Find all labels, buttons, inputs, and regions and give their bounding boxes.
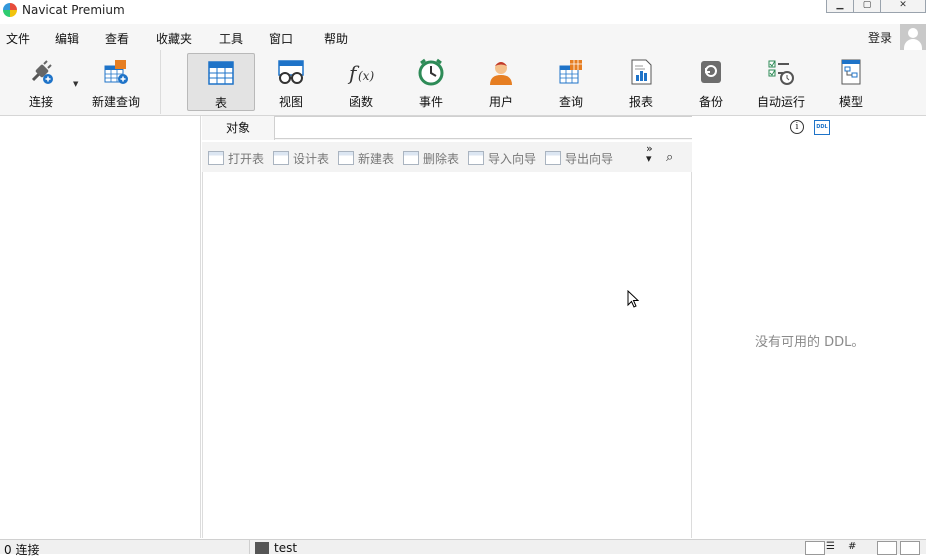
tab-objects[interactable]: 对象 <box>202 116 275 140</box>
open-table-button[interactable]: 打开表 <box>208 150 264 166</box>
event-button[interactable]: 事件 <box>397 53 465 111</box>
backup-icon <box>701 61 721 83</box>
new-query-label: 新建查询 <box>91 95 140 109</box>
user-icon <box>490 62 512 85</box>
query-button[interactable]: 查询 <box>537 53 605 111</box>
model-label: 模型 <box>838 95 863 109</box>
report-label: 报表 <box>628 95 653 109</box>
connection-icon <box>255 542 269 554</box>
navicat-logo-icon <box>3 3 17 17</box>
model-button[interactable]: 模型 <box>817 53 885 111</box>
tab-strip-fill <box>274 116 692 139</box>
object-list-area[interactable] <box>202 172 692 538</box>
clock-icon <box>418 58 444 86</box>
table-label: 表 <box>214 96 227 110</box>
info-icon[interactable]: i <box>790 120 804 134</box>
user-button[interactable]: 用户 <box>467 53 535 111</box>
delete-table-button[interactable]: 删除表 <box>403 150 459 166</box>
new-query-icon <box>104 60 128 84</box>
status-divider <box>249 540 250 554</box>
connect-label: 连接 <box>28 95 53 109</box>
new-query-button[interactable]: 新建查询 <box>82 53 150 111</box>
table-icon <box>208 61 234 85</box>
query-icon <box>559 60 582 84</box>
plug-icon <box>31 60 53 84</box>
svg-text:(x): (x) <box>358 69 374 83</box>
connection-count: 0 连接 <box>4 543 40 557</box>
menu-view[interactable]: 查看 <box>105 30 129 47</box>
import-wizard-label: 导入向导 <box>488 152 537 166</box>
design-table-icon <box>273 151 289 165</box>
query-label: 查询 <box>558 95 583 109</box>
object-toolbar: 打开表 设计表 新建表 删除表 导入向导 导出向导 <box>202 142 692 172</box>
menu-edit[interactable]: 编辑 <box>55 30 79 47</box>
event-label: 事件 <box>418 95 443 109</box>
automation-icon <box>768 60 794 85</box>
model-icon <box>841 59 861 85</box>
status-bar: 0 连接 test ☰ # <box>0 539 926 557</box>
window-title: Navicat Premium <box>22 3 125 17</box>
export-wizard-label: 导出向导 <box>565 152 614 166</box>
navigation-pane[interactable] <box>0 116 201 538</box>
automation-label: 自动运行 <box>756 95 805 109</box>
report-icon <box>631 59 652 85</box>
function-icon: f (x) <box>347 61 374 85</box>
ddl-empty-message: 没有可用的 DDL。 <box>755 335 865 350</box>
menu-bar: 文件 编辑 查看 收藏夹 工具 窗口 帮助 登录 <box>0 24 926 50</box>
close-button[interactable]: ✕ <box>880 0 926 13</box>
login-link[interactable]: 登录 <box>868 29 892 46</box>
connect-dropdown-icon[interactable]: ▼ <box>73 80 78 88</box>
toolbar-separator <box>160 50 161 114</box>
automation-button[interactable]: 自动运行 <box>747 53 815 111</box>
menu-help[interactable]: 帮助 <box>324 30 348 47</box>
menu-file[interactable]: 文件 <box>6 30 30 47</box>
new-table-button[interactable]: 新建表 <box>338 150 394 166</box>
table-button[interactable]: 表 <box>187 53 255 111</box>
minimize-button[interactable]: ▁ <box>826 0 854 13</box>
menu-favorites[interactable]: 收藏夹 <box>156 30 192 47</box>
menu-tools[interactable]: 工具 <box>219 30 243 47</box>
title-bar: Navicat Premium ▁ ▢ ✕ <box>0 0 926 24</box>
detail-view-icon[interactable]: # <box>848 541 866 553</box>
menu-window[interactable]: 窗口 <box>269 30 293 47</box>
tab-strip: 对象 <box>202 116 692 140</box>
connect-button[interactable]: 连接 <box>7 53 75 111</box>
open-table-icon <box>208 151 224 165</box>
list-view-icon[interactable]: ☰ <box>826 541 844 553</box>
ddl-icon[interactable]: DDL <box>814 120 830 135</box>
view-label: 视图 <box>278 95 303 109</box>
new-table-icon <box>338 151 354 165</box>
view-button[interactable]: 视图 <box>257 53 325 111</box>
design-table-button[interactable]: 设计表 <box>273 150 329 166</box>
view-icon <box>278 60 304 84</box>
main-toolbar: 连接 ▼ 新建查询 表 视图 f (x) 函数 事件 用户 查询 报表 备份 自… <box>0 50 926 116</box>
report-button[interactable]: 报表 <box>607 53 675 111</box>
function-button[interactable]: f (x) 函数 <box>327 53 395 111</box>
import-wizard-button[interactable]: 导入向导 <box>468 150 536 166</box>
new-table-label: 新建表 <box>358 152 395 166</box>
import-wizard-icon <box>468 151 484 165</box>
export-wizard-button[interactable]: 导出向导 <box>545 150 613 166</box>
design-table-label: 设计表 <box>293 152 330 166</box>
search-icon[interactable]: ⌕ <box>666 150 673 165</box>
maximize-button[interactable]: ▢ <box>853 0 881 13</box>
open-table-label: 打开表 <box>228 152 265 166</box>
function-label: 函数 <box>348 95 373 109</box>
delete-table-label: 删除表 <box>423 152 460 166</box>
export-wizard-icon <box>545 151 561 165</box>
backup-label: 备份 <box>698 95 723 109</box>
ddl-panel <box>694 116 926 538</box>
user-label: 用户 <box>488 95 513 109</box>
delete-table-icon <box>403 151 419 165</box>
backup-button[interactable]: 备份 <box>677 53 745 111</box>
chevron-overflow-icon[interactable]: » ▾ <box>646 143 653 164</box>
avatar-icon[interactable] <box>900 24 926 50</box>
mouse-cursor-icon <box>627 290 639 308</box>
